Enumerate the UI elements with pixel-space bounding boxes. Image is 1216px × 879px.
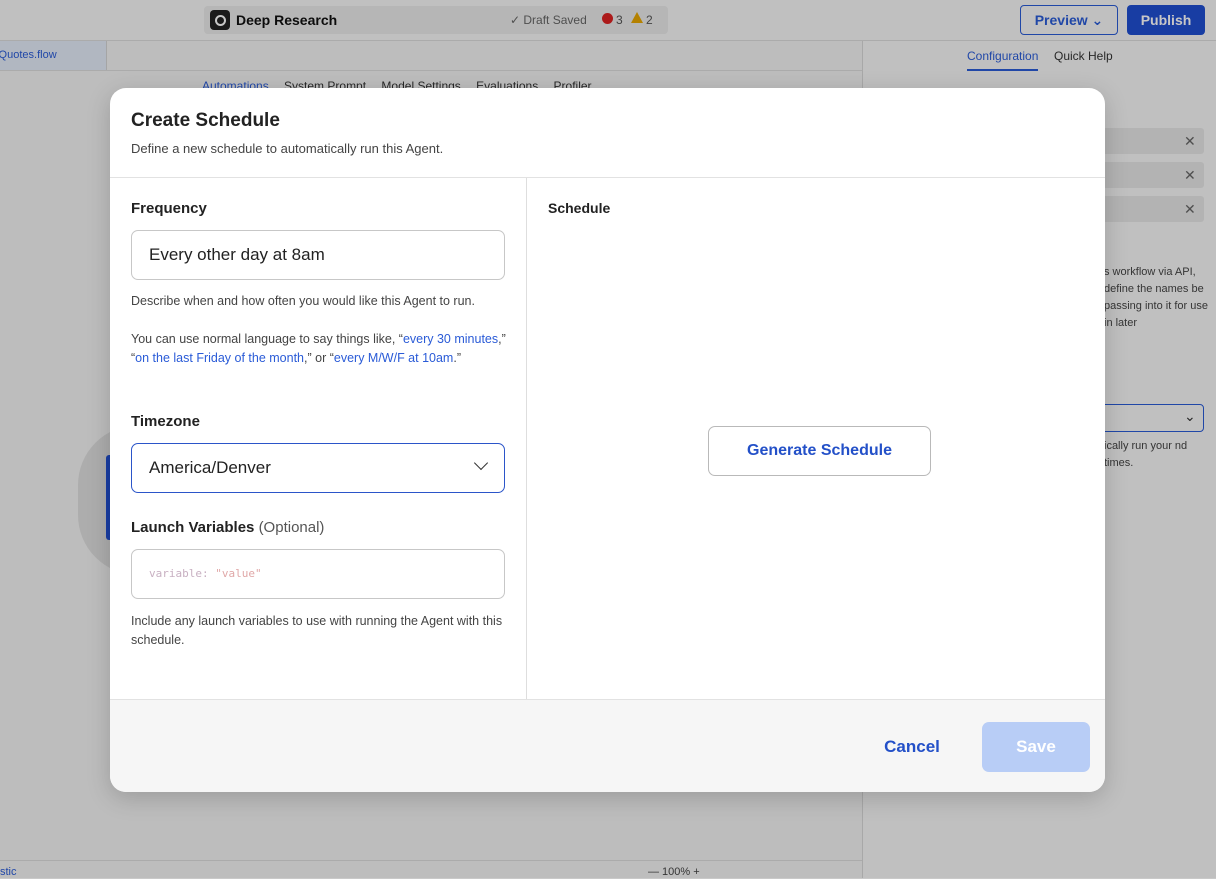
optional-tag: (Optional) <box>258 519 325 536</box>
frequency-label: Frequency <box>131 200 207 217</box>
column-divider <box>526 178 527 699</box>
example-link[interactable]: on the last Friday of the month <box>135 351 304 365</box>
timezone-label: Timezone <box>131 413 200 430</box>
frequency-help: Describe when and how often you would li… <box>131 294 475 308</box>
launch-variables-help: Include any launch variables to use with… <box>131 614 503 647</box>
dialog-title: Create Schedule <box>131 110 280 131</box>
example-link[interactable]: every 30 minutes <box>403 332 498 346</box>
timezone-value: America/Denver <box>149 458 271 477</box>
launch-variables-placeholder: variable: "value" <box>149 567 262 580</box>
example-link[interactable]: every M/W/F at 10am <box>334 351 453 365</box>
frequency-examples: You can use normal language to say thing… <box>131 332 506 365</box>
frequency-input[interactable]: Every other day at 8am <box>131 230 505 280</box>
chevron-down-icon <box>473 455 489 471</box>
launch-variables-input[interactable]: variable: "value" <box>131 549 505 599</box>
dialog-footer: Cancel Save <box>110 699 1105 792</box>
timezone-select[interactable]: America/Denver <box>131 443 505 493</box>
dialog-subtitle: Define a new schedule to automatically r… <box>131 141 444 156</box>
cancel-button[interactable]: Cancel <box>870 733 954 761</box>
generate-schedule-button[interactable]: Generate Schedule <box>708 426 931 476</box>
schedule-label: Schedule <box>548 200 611 216</box>
save-button[interactable]: Save <box>982 722 1090 772</box>
launch-variables-label: Launch Variables (Optional) <box>131 519 325 536</box>
frequency-value: Every other day at 8am <box>149 245 325 264</box>
dialog-header: Create Schedule Define a new schedule to… <box>110 88 1105 178</box>
create-schedule-dialog: Create Schedule Define a new schedule to… <box>110 88 1105 792</box>
